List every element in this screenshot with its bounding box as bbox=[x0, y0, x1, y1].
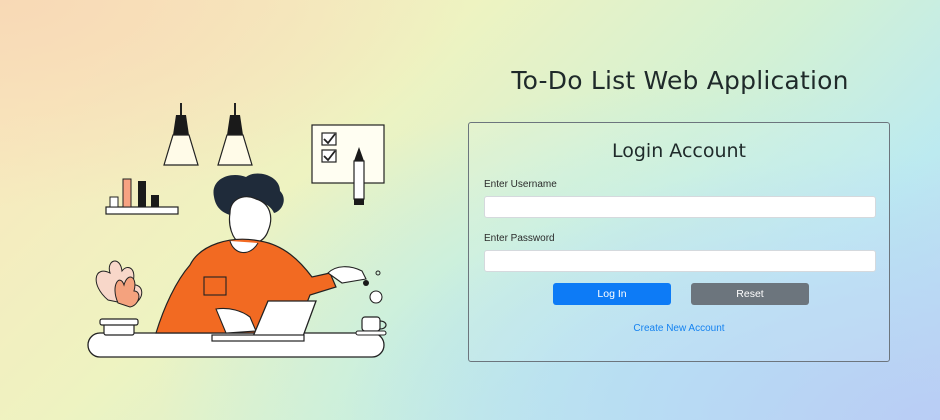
person-figure bbox=[155, 173, 367, 334]
login-heading: Login Account bbox=[611, 140, 746, 162]
create-account-link[interactable]: Create New Account bbox=[469, 323, 889, 334]
username-input[interactable] bbox=[484, 196, 876, 218]
floating-bubble bbox=[369, 290, 383, 304]
plant-icon bbox=[95, 260, 143, 336]
login-card: Login Account Enter Username Enter Passw… bbox=[468, 122, 890, 362]
password-input[interactable] bbox=[484, 250, 876, 272]
person-at-laptop-illustration bbox=[87, 103, 387, 358]
login-button[interactable]: Log In bbox=[553, 283, 671, 305]
pendant-lamp-icon bbox=[217, 103, 253, 166]
username-label: Enter Username bbox=[484, 179, 557, 190]
floating-bubble bbox=[363, 280, 369, 286]
reset-button[interactable]: Reset bbox=[691, 283, 809, 305]
floating-bubble bbox=[375, 270, 381, 276]
shelf-chart-icon bbox=[105, 178, 179, 215]
password-label: Enter Password bbox=[484, 233, 555, 244]
pendant-lamp-icon bbox=[163, 103, 199, 166]
app-title: To-Do List Web Application bbox=[511, 66, 849, 95]
coffee-cup-icon bbox=[355, 316, 387, 336]
checklist-board-icon bbox=[311, 124, 385, 184]
